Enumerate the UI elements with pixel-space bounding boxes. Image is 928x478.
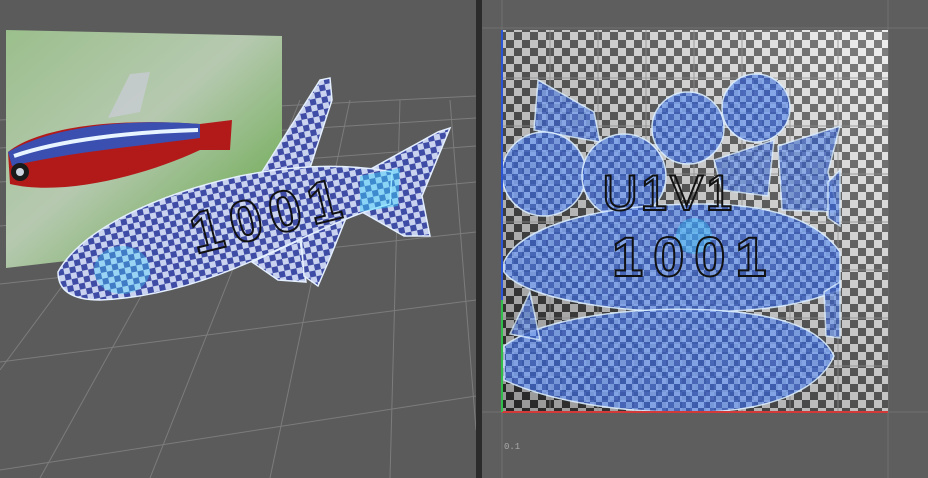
uv-shell-disc-3: [651, 91, 725, 165]
uv-editor[interactable]: U1V1 1001 0.1: [482, 0, 928, 478]
uv-shell-disc-1: [501, 131, 587, 217]
3d-viewport[interactable]: 1001: [0, 0, 476, 478]
uv-origin-label: 0.1: [504, 442, 521, 452]
uv-tile-label-1001: 1001: [612, 225, 777, 288]
uv-tile-label-u1v1: U1V1: [602, 165, 735, 221]
uv-shell-body-2: [503, 308, 835, 413]
uv-shell-disc-4: [721, 73, 791, 143]
uv-shell-fin-right-low: [823, 280, 841, 339]
